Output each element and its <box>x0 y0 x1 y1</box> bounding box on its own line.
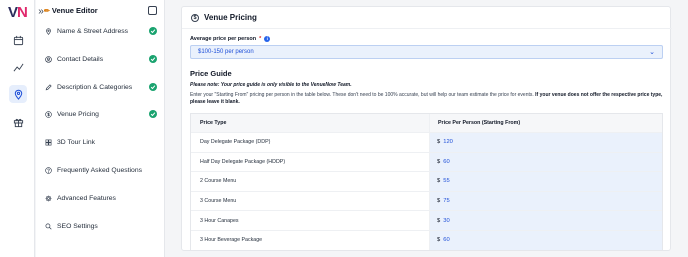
sidebar-checkbox[interactable] <box>148 6 157 15</box>
price-field-label: Average price per person * i <box>190 36 271 42</box>
dollar-circle-icon: $ <box>191 13 199 22</box>
help-circle-icon <box>44 166 52 174</box>
currency-symbol: $ <box>437 158 441 165</box>
dollar-circle-icon <box>44 110 52 118</box>
price-guide-description: Enter your "Starting From" pricing per p… <box>190 92 663 105</box>
analytics-icon[interactable] <box>9 58 27 76</box>
price-input[interactable]: $75 <box>430 191 662 211</box>
price-table: Price Type Price Per Person (Starting Fr… <box>190 113 663 251</box>
price-input[interactable]: $60 <box>430 230 662 250</box>
table-row: 3 Course Menu $75 <box>191 190 662 211</box>
price-guide-heading: Price Guide <box>190 69 232 78</box>
price-input[interactable]: $120 <box>430 133 662 152</box>
currency-symbol: $ <box>437 237 441 244</box>
table-row: 2 Course Menu $55 <box>191 171 662 191</box>
currency-symbol: $ <box>437 217 441 224</box>
table-row: 3 Hour Beverage Package $60 <box>191 229 662 250</box>
tour-3d-icon <box>44 138 52 146</box>
table-header-row: Price Type Price Per Person (Starting Fr… <box>191 114 662 132</box>
price-type-cell: 2 Course Menu <box>191 172 430 191</box>
currency-symbol: $ <box>437 178 441 185</box>
chevron-down-icon: ⌄ <box>649 49 655 56</box>
complete-check-icon <box>149 83 157 91</box>
complete-check-icon <box>149 27 157 35</box>
pencil-icon <box>44 83 52 91</box>
price-input[interactable]: $60 <box>430 152 662 172</box>
complete-check-icon <box>149 55 157 63</box>
table-row: 3 Hour Canapes $30 <box>191 210 662 230</box>
sidebar-item-description-categories[interactable]: Description & Categories <box>44 80 157 94</box>
gear-icon <box>44 194 52 202</box>
venue-editor-sidebar: » ✏ Venue Editor Name & Street Address C… <box>36 0 165 257</box>
price-type-cell: 3 Hour Beverage Package <box>191 230 430 250</box>
search-icon <box>44 222 52 230</box>
currency-symbol: $ <box>437 139 441 146</box>
table-row: Half Day Delegate Package (HDDP) $60 <box>191 151 662 172</box>
page-title: Venue Pricing <box>204 13 257 22</box>
sidebar-item-seo-settings[interactable]: SEO Settings <box>44 219 157 233</box>
icon-rail: VN <box>0 0 35 257</box>
sidebar-item-venue-pricing[interactable]: Venue Pricing <box>44 107 157 121</box>
venue-pricing-panel: $ Venue Pricing Average price per person… <box>181 6 672 251</box>
price-type-cell: Half Day Delegate Package (HDDP) <box>191 152 430 172</box>
price-input[interactable]: $30 <box>430 211 662 230</box>
complete-check-icon <box>149 110 157 118</box>
column-header-price-per-person: Price Per Person (Starting From) <box>430 114 662 132</box>
price-guide-note: Please note: Your price guide is only vi… <box>190 82 352 88</box>
currency-symbol: $ <box>437 198 441 205</box>
sidebar-item-faq[interactable]: Frequently Asked Questions <box>44 163 157 177</box>
price-type-cell: 3 Course Menu <box>191 191 430 211</box>
price-type-cell: 3 Hour Canapes <box>191 211 430 230</box>
gift-icon[interactable] <box>9 113 27 131</box>
venuenow-logo[interactable]: VN <box>8 4 28 21</box>
table-row: Day Delegate Package (DDP) $120 <box>191 132 662 152</box>
sidebar-item-name-address[interactable]: Name & Street Address <box>44 24 157 38</box>
price-input[interactable]: $55 <box>430 172 662 191</box>
info-icon[interactable]: i <box>264 36 271 42</box>
venue-pin-icon[interactable] <box>9 85 27 103</box>
sidebar-item-advanced-features[interactable]: Advanced Features <box>44 191 157 205</box>
venue-editor-title: ✏ Venue Editor <box>44 6 98 15</box>
sidebar-item-contact-details[interactable]: Contact Details <box>44 52 157 66</box>
column-header-price-type: Price Type <box>191 114 430 132</box>
pencil-icon: ✏ <box>44 7 50 15</box>
panel-header: $ Venue Pricing <box>182 7 672 29</box>
sidebar-item-3d-tour-link[interactable]: 3D Tour Link <box>44 135 157 149</box>
price-type-cell: Day Delegate Package (DDP) <box>191 133 430 152</box>
average-price-select[interactable]: $100-150 per person ⌄ <box>190 45 663 59</box>
user-circle-icon <box>44 55 52 63</box>
map-pin-icon <box>44 27 52 35</box>
required-mark: * <box>259 36 262 42</box>
calendar-icon[interactable] <box>9 31 27 49</box>
